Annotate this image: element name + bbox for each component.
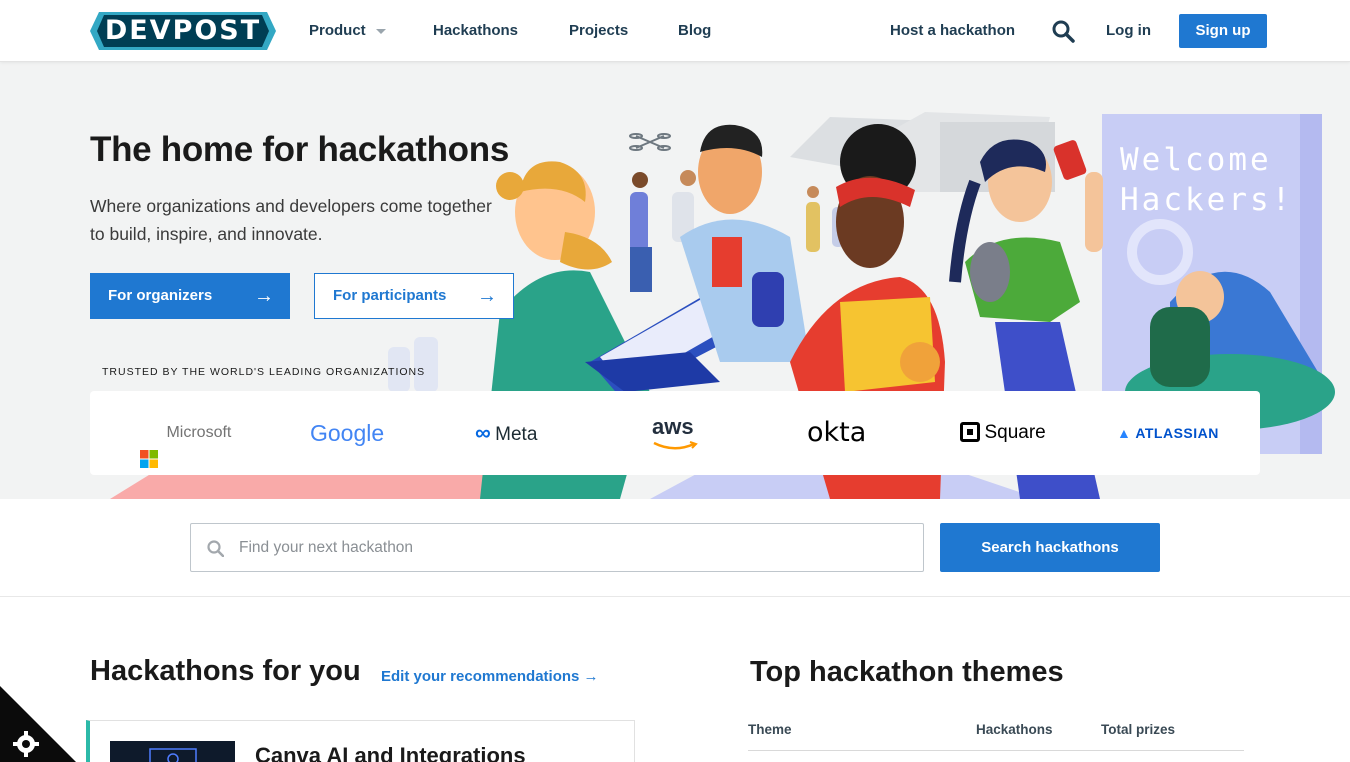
hackathon-card[interactable]: Canva AI and Integrations	[86, 720, 635, 762]
hackathon-search-box[interactable]	[190, 523, 924, 572]
brand-atlassian: ▲ ATLASSIAN	[1117, 391, 1219, 475]
microsoft-label: Microsoft	[166, 424, 232, 441]
top-navbar: DEVPOST Product Hackathons Projects Blog…	[0, 0, 1350, 62]
hero-subtitle-line1: Where organizations and developers come …	[90, 196, 492, 216]
search-icon	[207, 540, 225, 558]
atlassian-logo-icon: ▲	[1117, 425, 1131, 441]
aws-label: aws	[652, 414, 694, 439]
signup-button[interactable]: Sign up	[1179, 14, 1267, 48]
brand-square: Square	[960, 391, 1046, 475]
for-organizers-button[interactable]: For organizers →	[90, 273, 290, 319]
arrow-right-icon: →	[254, 285, 274, 307]
atlassian-label: ATLASSIAN	[1135, 425, 1219, 441]
for-participants-label: For participants	[333, 287, 447, 304]
meta-logo-icon: ∞	[475, 420, 491, 445]
hero-subtitle: Where organizations and developers come …	[90, 192, 520, 248]
hackathon-thumbnail	[110, 741, 235, 762]
partner-logos: Microsoft Google ∞ Meta aws okta Square …	[90, 391, 1260, 475]
meta-label: Meta	[495, 424, 538, 445]
microsoft-logo-icon	[140, 422, 158, 468]
search-input[interactable]	[239, 525, 909, 570]
brand-google: Google	[310, 420, 385, 446]
banner-welcome: Welcome	[1120, 142, 1272, 178]
hero-title: The home for hackathons	[90, 130, 509, 169]
edit-recommendations-link[interactable]: Edit your recommendations →	[381, 668, 599, 685]
arrow-right-icon: →	[583, 668, 599, 685]
hero-subtitle-line2: to build, inspire, and innovate.	[90, 224, 323, 244]
nav-projects[interactable]: Projects	[569, 0, 628, 62]
search-section: Search hackathons	[0, 499, 1350, 597]
edit-recommendations-label: Edit your recommendations	[381, 668, 580, 685]
cookie-settings-button[interactable]	[0, 686, 80, 762]
for-organizers-label: For organizers	[108, 287, 213, 304]
nav-hackathons[interactable]: Hackathons	[433, 0, 518, 62]
trusted-by-label: TRUSTED BY THE WORLD'S LEADING ORGANIZAT…	[102, 366, 426, 378]
hackathons-for-you-title: Hackathons for you	[90, 655, 361, 687]
brand-aws: aws	[652, 391, 698, 475]
for-participants-button[interactable]: For participants →	[314, 273, 514, 319]
banner-hackers: Hackers!	[1120, 182, 1293, 218]
col-header-theme[interactable]: Theme	[748, 722, 792, 737]
arrow-right-icon: →	[477, 285, 497, 307]
brand-okta: okta	[807, 417, 867, 448]
nav-product-label: Product	[309, 22, 366, 39]
aws-smile-icon	[653, 441, 698, 450]
col-header-total-prizes[interactable]: Total prizes	[1101, 722, 1175, 737]
search-hackathons-button[interactable]: Search hackathons	[940, 523, 1160, 572]
search-icon[interactable]	[1051, 19, 1075, 43]
table-divider	[748, 750, 1244, 751]
nav-host-hackathon[interactable]: Host a hackathon	[890, 0, 1015, 62]
devpost-logo[interactable]: DEVPOST	[90, 12, 276, 50]
top-themes-title: Top hackathon themes	[750, 656, 1064, 688]
login-link[interactable]: Log in	[1106, 0, 1151, 62]
col-header-hackathons[interactable]: Hackathons	[976, 722, 1053, 737]
nav-blog[interactable]: Blog	[678, 0, 711, 62]
square-label: Square	[984, 422, 1046, 443]
chevron-down-icon	[375, 28, 386, 34]
logo-text: DEVPOST	[104, 15, 262, 46]
nav-product[interactable]: Product	[309, 0, 386, 62]
square-logo-icon	[960, 421, 980, 442]
hackathon-card-title: Canva AI and Integrations	[255, 743, 526, 762]
hero-section: Welcome Hackers! The home for hackathons…	[0, 62, 1350, 499]
brand-microsoft: Microsoft	[140, 391, 231, 475]
brand-meta: ∞ Meta	[475, 391, 537, 475]
